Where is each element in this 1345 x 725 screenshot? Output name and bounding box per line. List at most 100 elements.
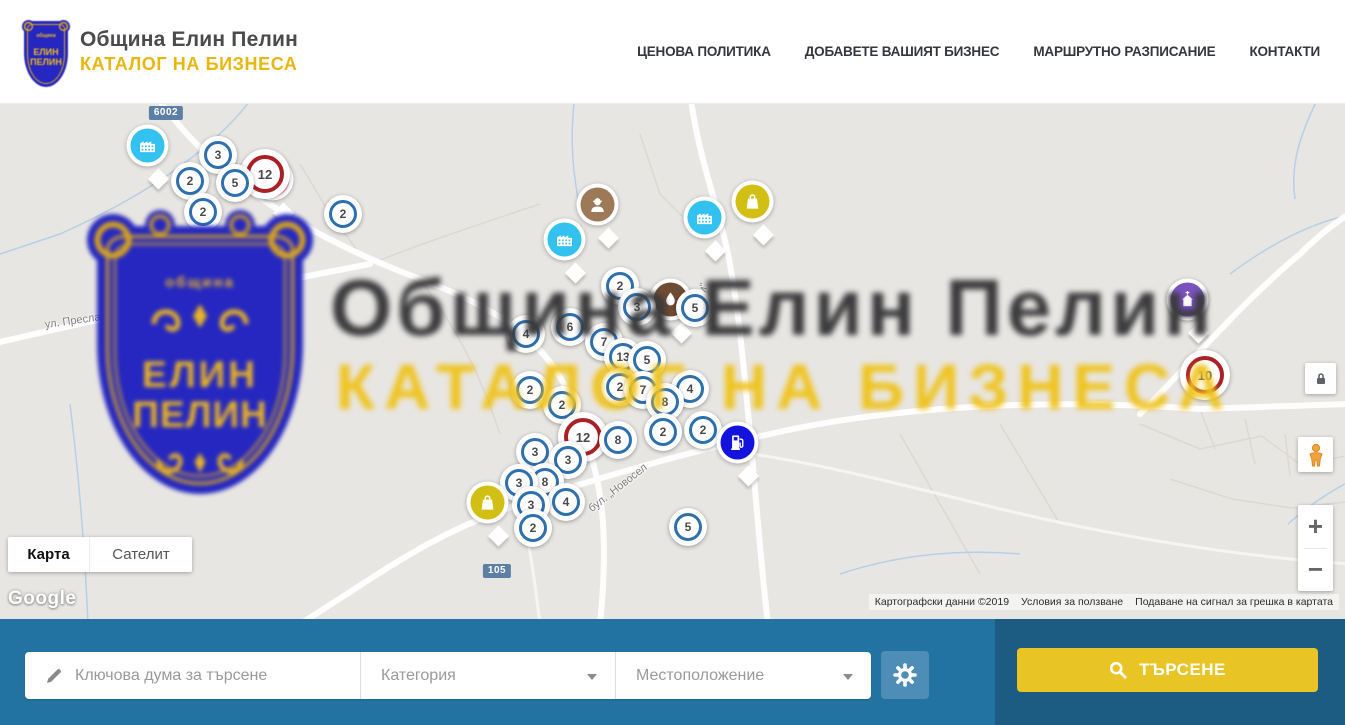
road-number-badge: 105 [483,564,511,578]
marker-cluster[interactable]: 10 [1180,350,1230,400]
cluster-count: 2 [187,174,194,188]
gear-icon [893,663,917,687]
cluster-count: 3 [565,453,572,467]
search-button[interactable]: ТЪРСЕНЕ [1017,648,1318,692]
main-nav: ЦЕНОВА ПОЛИТИКА ДОБАВЕТЕ ВАШИЯТ БИЗНЕС М… [637,44,1320,59]
advanced-settings-button[interactable] [881,651,929,699]
site-subtitle: КАТАЛОГ НА БИЗНЕСА [80,54,298,75]
marker-cluster[interactable]: 2 [324,195,362,233]
zoom-out-button[interactable]: − [1298,549,1333,592]
cluster-count: 3 [532,445,539,459]
cluster-count: 8 [542,475,549,489]
map-attribution: Картографски данни ©2019 Условия за полз… [869,594,1339,610]
cluster-count: 2 [700,423,707,437]
cluster-count: 2 [559,398,566,412]
cluster-count: 2 [617,279,624,293]
chevron-down-icon [587,674,597,680]
bag-icon [478,493,498,513]
site-title: Община Елин Пелин [80,28,298,52]
cluster-count: 5 [644,353,651,367]
fuel-icon [728,433,748,453]
marker-cluster[interactable]: 4 [547,483,585,521]
location-select[interactable]: Местоположение [615,652,871,699]
cluster-count: 4 [687,382,694,396]
church-icon [1178,290,1198,310]
zoom-in-button[interactable]: + [1298,505,1333,548]
marker-cluster[interactable]: 5 [216,164,254,202]
lock-icon [1313,371,1329,387]
terms-link[interactable]: Условия за ползване [1015,594,1129,610]
cluster-count: 12 [576,430,590,445]
cluster-count: 4 [563,495,570,509]
zoom-control: + − [1298,505,1333,591]
business-category-pin[interactable] [705,218,726,239]
map-type-control: Карта Сателит [8,537,192,572]
pegman-control[interactable] [1298,437,1333,472]
marker-cluster[interactable]: 6 [551,308,589,346]
marker-cluster[interactable]: 5 [669,508,707,546]
cluster-count: 2 [530,521,537,535]
cluster-count: 2 [660,425,667,439]
nav-item-route-schedule[interactable]: МАРШРУТНО РАЗПИСАНИЕ [1033,44,1215,59]
attribution-copyright: Картографски данни ©2019 [869,594,1015,610]
cluster-count: 7 [640,383,647,397]
pencil-icon [45,667,63,685]
cluster-count: 2 [340,207,347,221]
header: община ЕЛИН ПЕЛИН Община Елин Пелин КАТА… [0,0,1345,104]
search-bar: Категория Местоположение ТЪРСЕНЕ [0,619,1345,725]
bag-icon [743,192,763,212]
google-logo[interactable]: Google [8,588,76,610]
business-category-pin[interactable] [1188,300,1209,321]
cluster-count: 2 [200,205,207,219]
factory-icon [555,230,575,250]
location-select-value: Местоположение [636,667,764,685]
cluster-count: 8 [615,433,622,447]
nav-item-contacts[interactable]: КОНТАКТИ [1249,44,1320,59]
business-category-pin[interactable] [738,443,759,464]
marker-cluster[interactable]: 4 [507,315,545,353]
search-fields-group: Категория Местоположение [25,652,871,699]
map-type-map-button[interactable]: Карта [8,537,89,572]
cluster-count: 5 [232,176,239,190]
factory-icon [695,208,715,228]
keyword-search-input[interactable] [75,667,345,685]
search-icon [1109,661,1127,679]
category-select-value: Категория [381,667,456,685]
lock-control[interactable] [1305,363,1336,394]
chevron-down-icon [843,674,853,680]
worker-icon [588,195,608,215]
cluster-count: 3 [634,300,641,314]
map-type-satellite-button[interactable]: Сателит [89,537,192,572]
marker-cluster[interactable]: 2 [184,193,222,231]
cluster-count: 3 [215,148,222,162]
marker-cluster[interactable]: 3 [618,288,656,326]
marker-cluster[interactable]: 8 [599,421,637,459]
cluster-count: 12 [258,167,272,182]
cluster-count: 4 [523,327,530,341]
category-select[interactable]: Категория [360,652,615,699]
business-category-pin[interactable] [148,146,169,167]
report-error-link[interactable]: Подаване на сигнал за грешка в картата [1129,594,1339,610]
marker-cluster[interactable]: 5 [676,289,714,327]
cluster-count: 6 [567,320,574,334]
business-category-pin[interactable] [488,503,509,524]
pegman-icon [1305,443,1327,467]
business-category-pin[interactable] [565,240,586,261]
map-canvas[interactable]: 3251222235647135222784128223383432510600… [0,104,1345,619]
municipality-crest-icon: община ЕЛИН ПЕЛИН [22,15,70,89]
cluster-count: 2 [617,380,624,394]
cluster-count: 2 [527,383,534,397]
marker-cluster[interactable]: 2 [514,509,552,547]
cluster-count: 10 [1198,368,1212,383]
cluster-count: 5 [692,301,699,315]
nav-item-add-business[interactable]: ДОБАВЕТЕ ВАШИЯТ БИЗНЕС [805,44,1000,59]
nav-item-pricing[interactable]: ЦЕНОВА ПОЛИТИКА [637,44,771,59]
search-button-label: ТЪРСЕНЕ [1139,660,1226,680]
marker-cluster[interactable]: 2 [644,413,682,451]
site-logo[interactable]: община ЕЛИН ПЕЛИН Община Елин Пелин КАТА… [22,15,298,89]
road-number-badge: 6002 [149,106,183,120]
business-category-pin[interactable] [598,205,619,226]
factory-icon [138,136,158,156]
cluster-count: 5 [685,520,692,534]
business-category-pin[interactable] [753,202,774,223]
